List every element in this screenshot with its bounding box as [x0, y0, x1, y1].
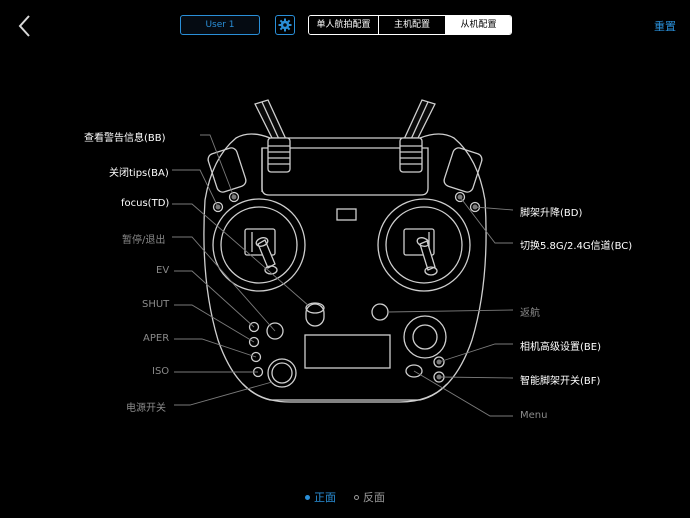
label-close-tips: 关闭tips(BA) — [109, 168, 169, 179]
pager-back[interactable]: 反面 — [354, 489, 385, 505]
label-menu: Menu — [520, 410, 548, 421]
label-aper: APER — [143, 333, 170, 344]
label-iso: ISO — [152, 366, 170, 377]
leader-line-return — [387, 309, 514, 313]
right-dial[interactable] — [403, 315, 447, 359]
leader-line-be — [438, 343, 513, 363]
leader-line-focus — [172, 203, 310, 307]
label-power: 电源开关 — [126, 403, 166, 414]
return-home-button[interactable] — [371, 303, 389, 321]
label-gear-lift: 脚架升降(BD) — [520, 208, 583, 219]
view-pager: 正面 反面 — [0, 489, 690, 505]
label-switch-channel: 切换5.8G/2.4G信道(BC) — [520, 241, 633, 252]
pager-back-label: 反面 — [363, 491, 385, 504]
pager-dot-inactive-icon — [354, 494, 359, 500]
pager-front[interactable]: 正面 — [305, 489, 336, 505]
left-stick[interactable] — [212, 198, 306, 292]
label-camera-advanced: 相机高级设置(BE) — [520, 342, 601, 353]
leader-line-power — [174, 381, 273, 406]
right-stick[interactable] — [377, 198, 471, 292]
center-indicator — [336, 208, 357, 221]
label-ev: EV — [156, 265, 170, 276]
leader-line-aper — [174, 338, 257, 358]
right-antenna-mount — [399, 137, 423, 173]
label-check-warning: 查看警告信息(BB) — [84, 133, 166, 144]
label-shut: SHUT — [142, 299, 170, 310]
power-button[interactable] — [267, 358, 297, 388]
leader-line-bd — [474, 206, 514, 211]
left-antenna-mount — [267, 137, 291, 173]
focus-wheel[interactable] — [305, 302, 325, 327]
center-screen — [304, 334, 391, 369]
label-focus: focus(TD) — [121, 198, 170, 209]
leader-line-pause — [172, 236, 276, 332]
pager-front-label: 正面 — [314, 491, 336, 504]
label-return-home: 返航 — [520, 308, 540, 319]
remote-controller-diagram — [172, 99, 514, 417]
label-smart-gear: 智能脚架开关(BF) — [520, 376, 601, 387]
pager-dot-active-icon — [305, 494, 310, 500]
label-pause-exit: 暂停/退出 — [122, 235, 166, 246]
leader-line-bf — [438, 376, 514, 379]
